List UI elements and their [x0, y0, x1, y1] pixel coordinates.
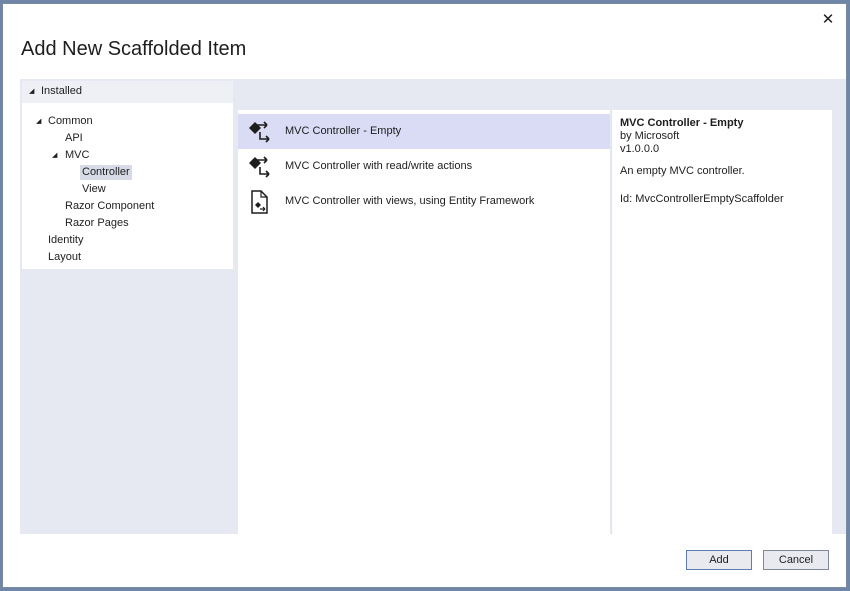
- expand-triangle-icon[interactable]: ◢: [36, 117, 41, 125]
- details-title: MVC Controller - Empty: [620, 117, 744, 129]
- category-tree: ◢ Installed ◢ Common API ◢ MVC Controlle…: [22, 81, 233, 269]
- tree-item-api[interactable]: API: [63, 131, 85, 146]
- file-controller-icon: [251, 190, 268, 214]
- tree-item-layout[interactable]: Layout: [46, 250, 83, 265]
- close-icon: ✕: [821, 11, 835, 28]
- template-item-mvc-controller-views-ef[interactable]: MVC Controller with views, using Entity …: [238, 184, 610, 219]
- template-details: MVC Controller - Empty by Microsoft v1.0…: [611, 110, 832, 534]
- template-item-mvc-controller-empty[interactable]: MVC Controller - Empty: [238, 114, 610, 149]
- add-scaffolded-item-dialog: ✕ Add New Scaffolded Item ◢ Installed ◢ …: [2, 3, 847, 588]
- template-label: MVC Controller with views, using Entity …: [285, 195, 535, 207]
- template-item-mvc-controller-read-write[interactable]: MVC Controller with read/write actions: [238, 149, 610, 184]
- tree-item-controller[interactable]: Controller: [80, 165, 132, 180]
- controller-icon: [249, 156, 270, 178]
- expand-triangle-icon[interactable]: ◢: [52, 151, 57, 159]
- details-description: An empty MVC controller.: [620, 165, 745, 177]
- template-label: MVC Controller with read/write actions: [285, 160, 473, 172]
- tree-root-installed[interactable]: ◢ Installed: [22, 81, 233, 103]
- close-button[interactable]: ✕: [820, 12, 836, 28]
- details-version: v1.0.0.0: [620, 143, 660, 155]
- tree-item-view[interactable]: View: [80, 182, 108, 197]
- tree-item-common[interactable]: Common: [46, 114, 95, 129]
- controller-icon: [249, 121, 270, 143]
- tree-item-razor-component[interactable]: Razor Component: [63, 199, 156, 214]
- tree-item-razor-pages[interactable]: Razor Pages: [63, 216, 131, 231]
- template-list: MVC Controller - Empty MVC Controller wi…: [238, 110, 610, 534]
- dialog-title: Add New Scaffolded Item: [21, 38, 247, 60]
- tree-root-label: Installed: [41, 85, 82, 97]
- details-author: by Microsoft: [620, 130, 680, 142]
- dialog-content: ◢ Installed ◢ Common API ◢ MVC Controlle…: [20, 79, 846, 534]
- template-label: MVC Controller - Empty: [285, 125, 402, 137]
- add-button[interactable]: Add: [686, 550, 752, 570]
- details-id: Id: MvcControllerEmptyScaffolder: [620, 193, 784, 205]
- expand-triangle-icon[interactable]: ◢: [29, 87, 34, 95]
- tree-item-identity[interactable]: Identity: [46, 233, 85, 248]
- cancel-button[interactable]: Cancel: [763, 550, 829, 570]
- tree-item-mvc[interactable]: MVC: [63, 148, 91, 163]
